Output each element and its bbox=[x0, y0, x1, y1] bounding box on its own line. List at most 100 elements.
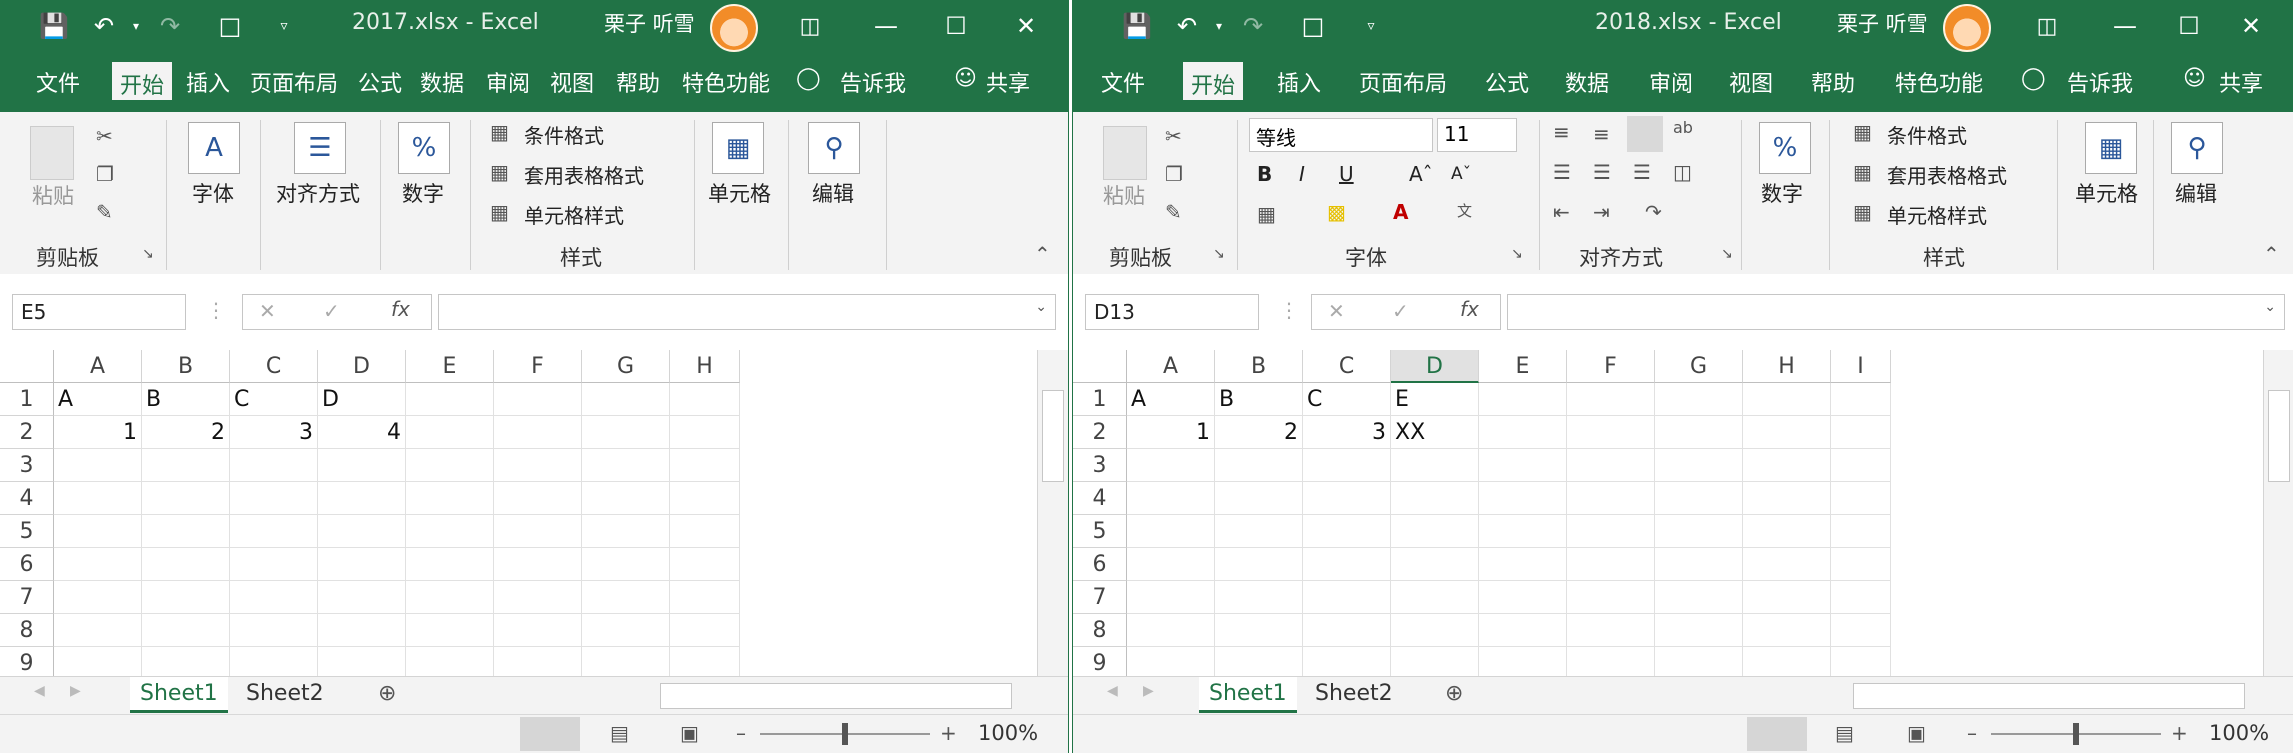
tab-special[interactable]: 特色功能 bbox=[1895, 66, 1983, 98]
cell-h2[interactable] bbox=[1743, 416, 1831, 449]
cell-f4[interactable] bbox=[1567, 482, 1655, 515]
cell-h4[interactable] bbox=[670, 482, 740, 515]
copy-icon[interactable]: ❐ bbox=[96, 162, 114, 186]
cell-e6[interactable] bbox=[1479, 548, 1567, 581]
paste-icon[interactable] bbox=[30, 126, 74, 180]
align-button[interactable]: 对齐方式 bbox=[276, 178, 360, 208]
wrap-icon[interactable]: ↷ bbox=[1645, 200, 1662, 224]
name-box[interactable]: E5 bbox=[12, 294, 186, 330]
tab-review[interactable]: 审阅 bbox=[486, 66, 530, 98]
cell-b1[interactable]: B bbox=[1215, 383, 1303, 416]
column-header[interactable]: F bbox=[1567, 350, 1655, 383]
column-header[interactable]: A bbox=[54, 350, 142, 383]
horizontal-scrollbar[interactable] bbox=[660, 683, 1012, 709]
share-button[interactable]: 共享 bbox=[986, 66, 1030, 98]
tab-insert[interactable]: 插入 bbox=[1277, 66, 1321, 98]
column-header[interactable]: A bbox=[1127, 350, 1215, 383]
tab-formulas[interactable]: 公式 bbox=[1485, 66, 1529, 98]
column-header[interactable]: H bbox=[670, 350, 740, 383]
cell-a4[interactable] bbox=[54, 482, 142, 515]
cell-f3[interactable] bbox=[1567, 449, 1655, 482]
cell-d6[interactable] bbox=[318, 548, 406, 581]
tab-data[interactable]: 数据 bbox=[1565, 66, 1609, 98]
scroll-thumb[interactable] bbox=[1042, 390, 1064, 482]
prev-sheet-icon[interactable]: ◀ bbox=[34, 683, 45, 699]
new-file-icon[interactable]: □ bbox=[210, 8, 250, 44]
cell-d6[interactable] bbox=[1391, 548, 1479, 581]
page-layout-view-icon[interactable]: ▤ bbox=[1835, 721, 1854, 745]
cell-i7[interactable] bbox=[1831, 581, 1891, 614]
cell-i8[interactable] bbox=[1831, 614, 1891, 647]
collapse-ribbon-icon[interactable]: ⌃ bbox=[2263, 242, 2280, 266]
cell-f1[interactable] bbox=[1567, 383, 1655, 416]
cell-c3[interactable] bbox=[230, 449, 318, 482]
column-header[interactable]: C bbox=[1303, 350, 1391, 383]
column-header[interactable]: D bbox=[318, 350, 406, 383]
tab-help[interactable]: 帮助 bbox=[616, 66, 660, 98]
paste-icon[interactable] bbox=[1103, 126, 1147, 180]
cell-f6[interactable] bbox=[1567, 548, 1655, 581]
cell-d7[interactable] bbox=[318, 581, 406, 614]
clipboard-launcher-icon[interactable]: ↘ bbox=[142, 246, 154, 262]
cell-g1[interactable] bbox=[582, 383, 670, 416]
close-icon[interactable]: ✕ bbox=[2231, 8, 2271, 44]
cell-b4[interactable] bbox=[1215, 482, 1303, 515]
cell-c3[interactable] bbox=[1303, 449, 1391, 482]
cell-g5[interactable] bbox=[582, 515, 670, 548]
cell-e4[interactable] bbox=[406, 482, 494, 515]
cell-g7[interactable] bbox=[582, 581, 670, 614]
column-header[interactable]: D bbox=[1391, 350, 1479, 383]
cell-f8[interactable] bbox=[494, 614, 582, 647]
row-header[interactable]: 6 bbox=[1073, 548, 1127, 581]
cell-g4[interactable] bbox=[582, 482, 670, 515]
column-header[interactable]: C bbox=[230, 350, 318, 383]
cell-g1[interactable] bbox=[1655, 383, 1743, 416]
cell-e7[interactable] bbox=[1479, 581, 1567, 614]
formula-input[interactable]: ⌄ bbox=[438, 294, 1056, 330]
cell-f6[interactable] bbox=[494, 548, 582, 581]
save-icon[interactable]: 💾 bbox=[34, 8, 74, 44]
cell-b6[interactable] bbox=[1215, 548, 1303, 581]
cell-f7[interactable] bbox=[1567, 581, 1655, 614]
tell-me-search[interactable]: 告诉我 bbox=[840, 66, 906, 98]
add-sheet-icon[interactable]: ⊕ bbox=[1445, 681, 1463, 706]
zoom-in-icon[interactable]: + bbox=[940, 721, 957, 745]
cell-i2[interactable] bbox=[1831, 416, 1891, 449]
cell-i4[interactable] bbox=[1831, 482, 1891, 515]
cell-a5[interactable] bbox=[1127, 515, 1215, 548]
cell-style-button[interactable]: 单元格样式 bbox=[524, 200, 624, 229]
cell-h2[interactable] bbox=[670, 416, 740, 449]
increase-indent-icon[interactable]: ⇥ bbox=[1593, 200, 1610, 224]
minimize-icon[interactable]: — bbox=[866, 8, 906, 44]
format-painter-icon[interactable]: ✎ bbox=[1165, 200, 1182, 224]
cell-c8[interactable] bbox=[230, 614, 318, 647]
cell-f8[interactable] bbox=[1567, 614, 1655, 647]
cell-style-button[interactable]: 单元格样式 bbox=[1887, 200, 1987, 229]
cell-e8[interactable] bbox=[1479, 614, 1567, 647]
new-file-icon[interactable]: □ bbox=[1293, 8, 1333, 44]
next-sheet-icon[interactable]: ▶ bbox=[70, 683, 81, 699]
underline-icon[interactable]: U bbox=[1339, 162, 1354, 186]
font-color-icon[interactable]: A bbox=[1393, 200, 1408, 224]
cell-e3[interactable] bbox=[1479, 449, 1567, 482]
row-header[interactable]: 6 bbox=[0, 548, 54, 581]
number-button[interactable]: 数字 bbox=[402, 178, 444, 208]
cell-b6[interactable] bbox=[142, 548, 230, 581]
search-icon[interactable]: ⚲ bbox=[2171, 122, 2223, 174]
column-header[interactable]: F bbox=[494, 350, 582, 383]
customize-toolbar-icon[interactable]: ▿ bbox=[264, 8, 304, 44]
cell-c7[interactable] bbox=[1303, 581, 1391, 614]
cell-e1[interactable] bbox=[406, 383, 494, 416]
conditional-format-button[interactable]: 条件格式 bbox=[1887, 120, 1967, 149]
format-painter-icon[interactable]: ✎ bbox=[96, 200, 113, 224]
cell-b5[interactable] bbox=[142, 515, 230, 548]
font-button[interactable]: 字体 bbox=[192, 178, 234, 208]
fill-color-icon[interactable]: ▩ bbox=[1327, 200, 1346, 224]
close-icon[interactable]: ✕ bbox=[1006, 8, 1046, 44]
cell-i6[interactable] bbox=[1831, 548, 1891, 581]
tab-data[interactable]: 数据 bbox=[420, 66, 464, 98]
ribbon-display-icon[interactable]: ◫ bbox=[2027, 8, 2067, 44]
cell-d2[interactable]: XX bbox=[1391, 416, 1479, 449]
cell-c4[interactable] bbox=[1303, 482, 1391, 515]
cell-h7[interactable] bbox=[1743, 581, 1831, 614]
